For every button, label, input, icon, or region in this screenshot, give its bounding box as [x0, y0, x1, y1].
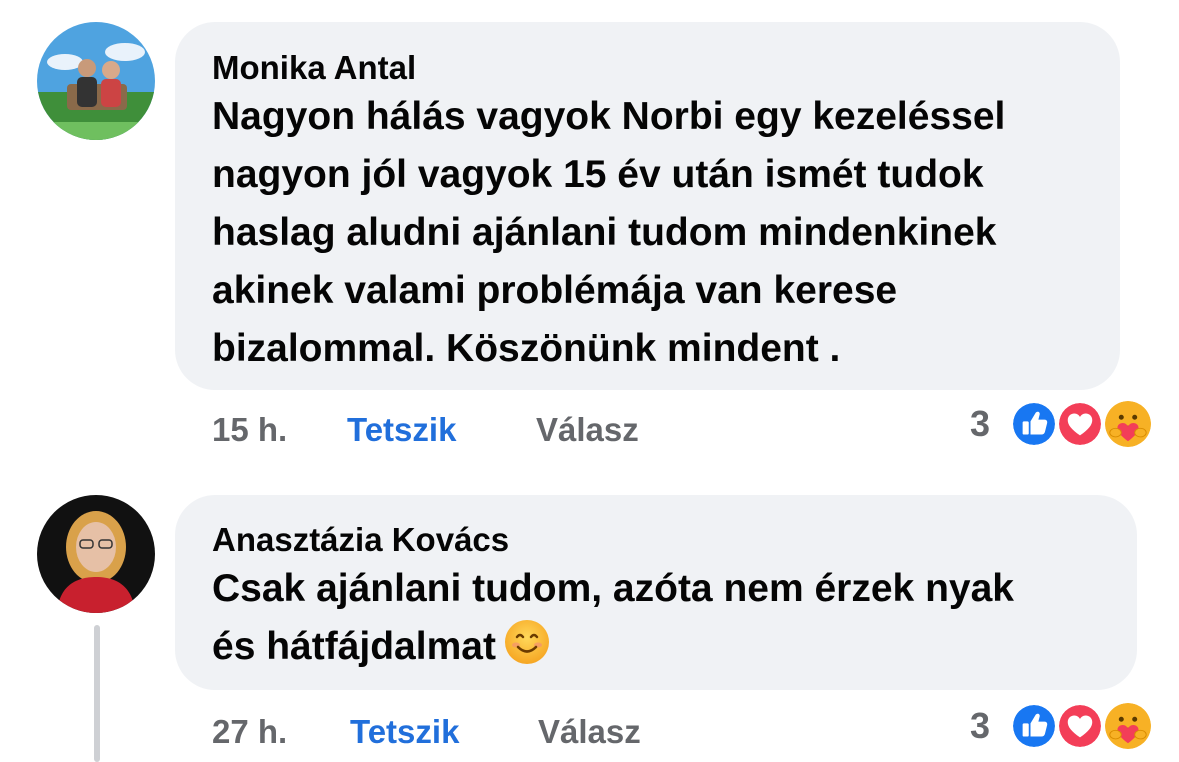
- comment-author[interactable]: Monika Antal: [212, 48, 416, 88]
- love-icon: [1056, 702, 1104, 750]
- comment-text: Nagyon hálás vagyok Norbi egy kezeléssel…: [212, 95, 1006, 370]
- like-icon: [1010, 400, 1058, 448]
- like-button[interactable]: Tetszik: [347, 410, 456, 450]
- care-icon: [1102, 398, 1154, 450]
- like-button[interactable]: Tetszik: [350, 712, 459, 752]
- reaction-count[interactable]: 3: [970, 704, 990, 748]
- care-icon: [1102, 700, 1154, 752]
- comment-timestamp[interactable]: 27 h.: [212, 712, 287, 752]
- reply-thread-line: [94, 625, 100, 762]
- reaction-summary[interactable]: [1010, 700, 1160, 752]
- like-icon: [1010, 702, 1058, 750]
- reply-button[interactable]: Válasz: [536, 410, 639, 450]
- avatar-anasztazia[interactable]: [37, 495, 155, 613]
- comment-timestamp[interactable]: 15 h.: [212, 410, 287, 450]
- comment-text: Csak ajánlani tudom, azóta nem érzek nya…: [212, 560, 1132, 676]
- reply-button[interactable]: Válasz: [538, 712, 641, 752]
- avatar-monika[interactable]: [37, 22, 155, 140]
- smiling-face-icon: [504, 620, 549, 664]
- love-icon: [1056, 400, 1104, 448]
- reaction-count[interactable]: 3: [970, 402, 990, 446]
- comment-author[interactable]: Anasztázia Kovács: [212, 520, 509, 560]
- comment-text-content: Csak ajánlani tudom, azóta nem érzek nya…: [212, 567, 1014, 668]
- reaction-summary[interactable]: [1010, 398, 1160, 450]
